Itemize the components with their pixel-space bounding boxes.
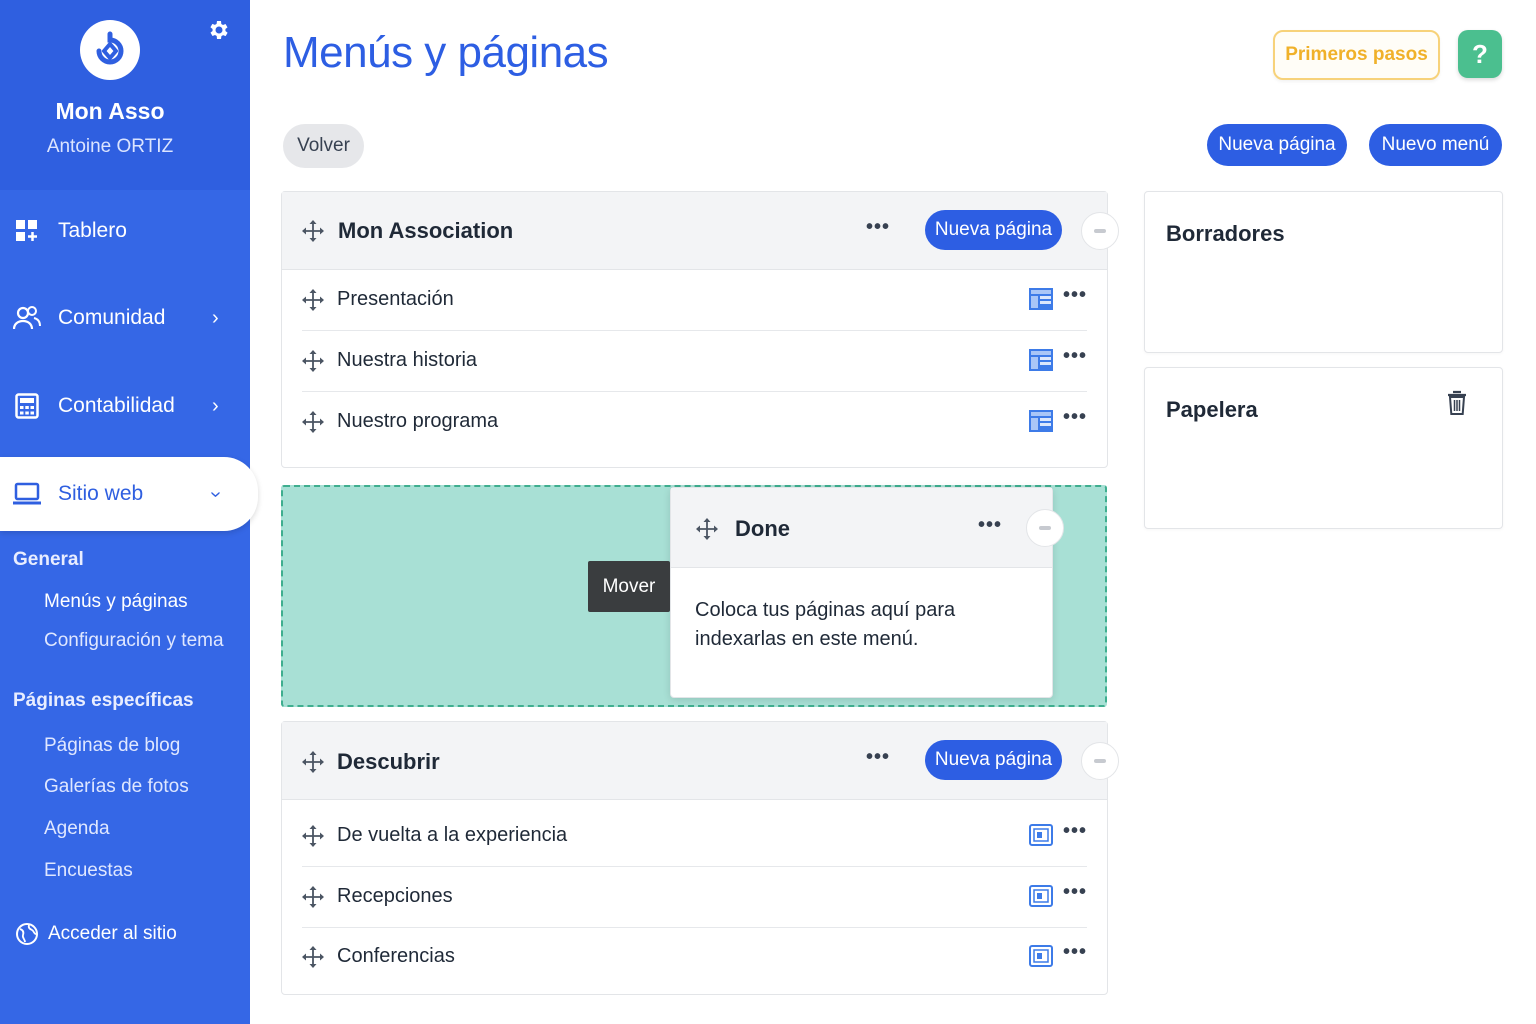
nueva-pagina-button[interactable]: Nueva página	[1207, 124, 1347, 166]
nav-label: Contabilidad	[58, 394, 175, 417]
menu-card-mon-association: Mon Association ••• Nueva página Present…	[281, 191, 1108, 468]
move-icon[interactable]	[696, 518, 718, 540]
borradores-title: Borradores	[1166, 221, 1285, 246]
more-options-icon[interactable]: •••	[1063, 941, 1087, 964]
move-icon[interactable]	[302, 350, 324, 372]
empty-menu-text: Coloca tus páginas aquí para indexarlas …	[695, 596, 955, 654]
page-outline-icon[interactable]	[1029, 824, 1053, 846]
globe-icon	[13, 920, 41, 948]
nav-label: Acceder al sitio	[48, 923, 177, 944]
sidebar-link-blog[interactable]: Páginas de blog	[44, 735, 180, 757]
org-name: Mon Asso	[55, 98, 165, 124]
page-title: Conferencias	[337, 945, 455, 967]
move-tooltip: Mover	[588, 561, 670, 612]
page-row[interactable]: Presentación •••	[302, 270, 1087, 331]
help-button[interactable]: ?	[1458, 30, 1502, 78]
menu-card-descubrir: Descubrir ••• Nueva página De vuelta a l…	[281, 721, 1108, 995]
menu-card-done[interactable]: Done ••• Coloca tus páginas aquí para in…	[670, 487, 1053, 698]
chevron-down-icon: ›	[204, 490, 227, 498]
sidebar-link-menus-paginas[interactable]: Menús y páginas	[44, 591, 188, 613]
page-layout-icon[interactable]	[1029, 349, 1053, 371]
nav-item-sitio-web[interactable]: Sitio web ›	[0, 457, 258, 531]
menu-card-header: Mon Association ••• Nueva página	[282, 192, 1107, 270]
nueva-pagina-button[interactable]: Nueva página	[925, 740, 1062, 780]
move-icon[interactable]	[302, 220, 324, 242]
page-layout-icon[interactable]	[1029, 288, 1053, 310]
nav-item-tablero[interactable]: Tablero	[0, 201, 250, 261]
page-row[interactable]: Nuestra historia •••	[302, 331, 1087, 392]
sidebar: Mon Asso Antoine ORTIZ Tablero Comunidad…	[0, 0, 258, 1024]
page-outline-icon[interactable]	[1029, 945, 1053, 967]
papelera-title: Papelera	[1166, 397, 1258, 422]
page-row[interactable]: Conferencias •••	[302, 927, 1087, 988]
dashboard-icon	[13, 217, 41, 245]
menu-title: Mon Association	[338, 218, 514, 243]
menu-title: Done	[735, 516, 790, 541]
collapse-button[interactable]	[1081, 212, 1119, 250]
more-options-icon[interactable]: •••	[1063, 820, 1087, 843]
page-title: Recepciones	[337, 885, 453, 907]
chevron-right-icon: ›	[212, 306, 219, 329]
borradores-card[interactable]: Borradores	[1144, 191, 1503, 353]
nav-label: Sitio web	[58, 482, 144, 505]
empty-text-line: indexarlas en este menú.	[695, 628, 919, 650]
primeros-pasos-button[interactable]: Primeros pasos	[1273, 30, 1440, 80]
chevron-right-icon: ›	[212, 394, 219, 417]
menu-title: Descubrir	[337, 749, 440, 774]
nav-item-contabilidad[interactable]: Contabilidad ›	[0, 376, 250, 436]
move-icon[interactable]	[302, 886, 324, 908]
collapse-button[interactable]	[1081, 742, 1119, 780]
menu-card-header: Descubrir ••• Nueva página	[282, 722, 1107, 800]
laptop-icon	[13, 480, 41, 508]
nuevo-menu-button[interactable]: Nuevo menú	[1369, 124, 1502, 166]
nueva-pagina-button[interactable]: Nueva página	[925, 210, 1062, 250]
page-title: Menús y páginas	[283, 28, 609, 77]
sidebar-link-configuracion[interactable]: Configuración y tema	[44, 630, 224, 652]
sidebar-link-agenda[interactable]: Agenda	[44, 818, 110, 840]
more-options-icon[interactable]: •••	[1063, 881, 1087, 904]
papelera-card[interactable]: Papelera	[1144, 367, 1503, 529]
section-title-especificas: Páginas específicas	[13, 690, 194, 711]
nav-label: Comunidad	[58, 306, 166, 329]
nav-label: Tablero	[58, 219, 127, 242]
move-icon[interactable]	[302, 946, 324, 968]
page-row[interactable]: Recepciones •••	[302, 867, 1087, 928]
more-options-icon[interactable]: •••	[1063, 345, 1087, 368]
empty-text-line: Coloca tus páginas aquí para	[695, 599, 956, 621]
move-icon[interactable]	[302, 751, 324, 773]
sidebar-header: Mon Asso Antoine ORTIZ	[0, 0, 250, 190]
sidebar-link-galerias[interactable]: Galerías de fotos	[44, 776, 189, 798]
more-options-icon[interactable]: •••	[1063, 284, 1087, 307]
trash-icon[interactable]	[1447, 390, 1467, 416]
page-title: Nuestra historia	[337, 349, 478, 371]
page-title: Presentación	[337, 288, 454, 310]
move-icon[interactable]	[302, 825, 324, 847]
page-title: De vuelta a la experiencia	[337, 824, 568, 846]
sidebar-link-encuestas[interactable]: Encuestas	[44, 860, 133, 882]
section-title-general: General	[13, 549, 84, 570]
move-icon[interactable]	[302, 411, 324, 433]
gear-icon[interactable]	[204, 16, 232, 44]
users-icon	[13, 304, 41, 332]
org-user: Antoine ORTIZ	[46, 136, 174, 157]
page-layout-icon[interactable]	[1029, 410, 1053, 432]
more-options-icon[interactable]: •••	[866, 746, 890, 769]
logo-icon[interactable]	[80, 20, 140, 80]
collapse-button[interactable]	[1026, 509, 1064, 547]
page-title: Nuestro programa	[337, 410, 499, 432]
more-options-icon[interactable]: •••	[866, 216, 890, 239]
page-row[interactable]: Nuestro programa •••	[302, 392, 1087, 453]
menu-card-header: Done •••	[671, 488, 1052, 568]
calculator-icon	[13, 392, 41, 420]
volver-button[interactable]: Volver	[283, 124, 364, 168]
more-options-icon[interactable]: •••	[978, 514, 1002, 537]
page-outline-icon[interactable]	[1029, 885, 1053, 907]
more-options-icon[interactable]: •••	[1063, 406, 1087, 429]
page-row[interactable]: De vuelta a la experiencia •••	[302, 806, 1087, 867]
move-icon[interactable]	[302, 289, 324, 311]
nav-item-comunidad[interactable]: Comunidad ›	[0, 288, 250, 348]
nav-item-acceder-sitio[interactable]: Acceder al sitio	[0, 904, 250, 964]
